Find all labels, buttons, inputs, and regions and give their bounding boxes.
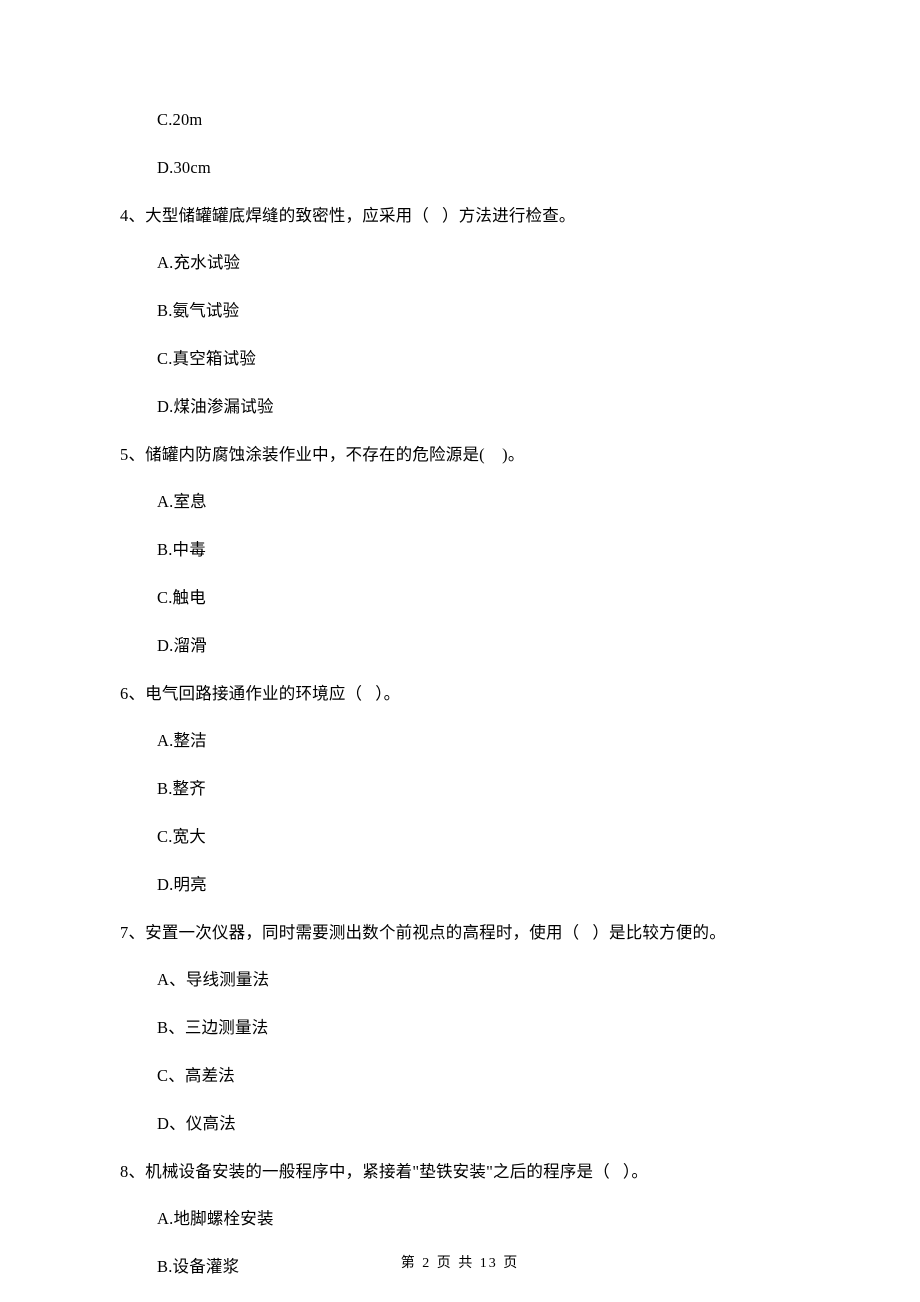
option-6a: A.整洁 bbox=[157, 731, 920, 751]
option-3d: D.30cm bbox=[157, 158, 920, 178]
option-6c: C.宽大 bbox=[157, 827, 920, 847]
document-page: C.20m D.30cm 4、大型储罐罐底焊缝的致密性，应采用（ ）方法进行检查… bbox=[0, 0, 920, 1302]
option-4b: B.氨气试验 bbox=[157, 301, 920, 321]
option-7c: C、高差法 bbox=[157, 1066, 920, 1086]
question-4: 4、大型储罐罐底焊缝的致密性，应采用（ ）方法进行检查。 bbox=[120, 206, 920, 226]
option-4c: C.真空箱试验 bbox=[157, 349, 920, 369]
option-6d: D.明亮 bbox=[157, 875, 920, 895]
option-4a: A.充水试验 bbox=[157, 253, 920, 273]
option-4d: D.煤油渗漏试验 bbox=[157, 397, 920, 417]
option-7d: D、仪高法 bbox=[157, 1114, 920, 1134]
option-5b: B.中毒 bbox=[157, 540, 920, 560]
option-7b: B、三边测量法 bbox=[157, 1018, 920, 1038]
option-3c: C.20m bbox=[157, 110, 920, 130]
question-6: 6、电气回路接通作业的环境应（ ）。 bbox=[120, 684, 920, 704]
option-5d: D.溜滑 bbox=[157, 636, 920, 656]
option-5a: A.室息 bbox=[157, 492, 920, 512]
question-7: 7、安置一次仪器，同时需要测出数个前视点的高程时，使用（ ）是比较方便的。 bbox=[120, 923, 920, 943]
page-footer: 第 2 页 共 13 页 bbox=[0, 1252, 920, 1272]
option-7a: A、导线测量法 bbox=[157, 970, 920, 990]
option-8a: A.地脚螺栓安装 bbox=[157, 1209, 920, 1229]
option-6b: B.整齐 bbox=[157, 779, 920, 799]
question-5: 5、储罐内防腐蚀涂装作业中，不存在的危险源是( )。 bbox=[120, 445, 920, 465]
option-5c: C.触电 bbox=[157, 588, 920, 608]
question-8: 8、机械设备安装的一般程序中，紧接着"垫铁安装"之后的程序是（ ）。 bbox=[120, 1162, 920, 1182]
